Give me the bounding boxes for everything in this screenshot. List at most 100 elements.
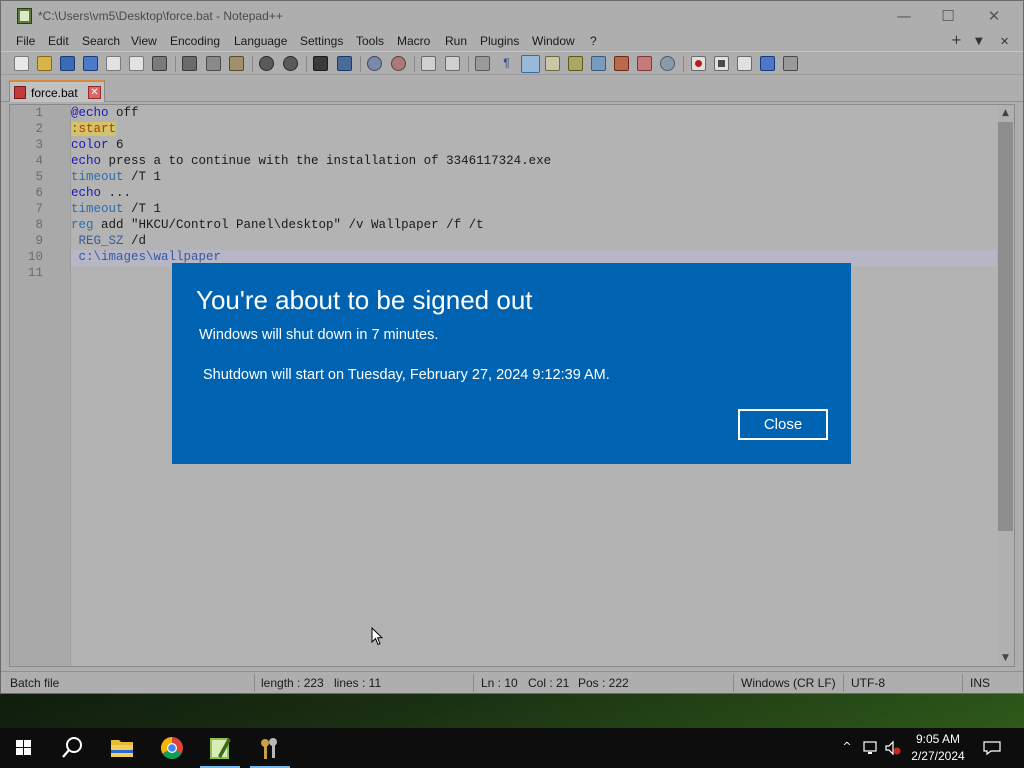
code-keyword: color xyxy=(71,138,109,152)
taskbar-keys-app[interactable] xyxy=(246,728,294,768)
paste-icon[interactable] xyxy=(229,56,244,71)
folder-as-workspace-icon[interactable] xyxy=(637,56,652,71)
code-text: add "HKCU/Control Panel\desktop" /v Wall… xyxy=(93,218,484,232)
code-text: /d xyxy=(123,234,147,248)
taskbar-chrome[interactable] xyxy=(148,728,196,768)
network-icon[interactable] xyxy=(862,740,880,756)
code-text: 6 xyxy=(108,138,124,152)
line-number: 3 xyxy=(35,138,43,152)
menu-file[interactable]: File xyxy=(16,34,35,48)
save-macro-icon[interactable] xyxy=(783,56,798,71)
run-macro-multiple-icon[interactable] xyxy=(760,56,775,71)
tab-force-bat[interactable]: force.bat ✕ xyxy=(9,80,105,102)
minimize-button[interactable]: — xyxy=(881,1,927,32)
find-icon[interactable] xyxy=(313,56,328,71)
notifications-icon[interactable] xyxy=(982,740,1002,756)
status-insert-mode: INS xyxy=(970,676,991,690)
dialog-detail: Shutdown will start on Tuesday, February… xyxy=(203,367,610,383)
clock-date[interactable]: 2/27/2024 xyxy=(900,749,976,763)
line-number: 8 xyxy=(35,218,43,232)
maximize-button[interactable]: ☐ xyxy=(925,1,971,32)
sync-horizontal-icon[interactable] xyxy=(445,56,460,71)
close-document-icon[interactable]: ✕ xyxy=(1000,35,1009,48)
document-list-icon[interactable] xyxy=(591,56,606,71)
new-file-icon[interactable] xyxy=(14,56,29,71)
keys-icon xyxy=(261,738,277,759)
show-all-characters-icon[interactable]: ¶ xyxy=(499,56,514,71)
zoom-in-icon[interactable] xyxy=(367,56,382,71)
print-icon[interactable] xyxy=(152,56,167,71)
code-line: reg add "HKCU/Control Panel\desktop" /v … xyxy=(71,218,484,232)
undo-icon[interactable] xyxy=(259,56,274,71)
copy-icon[interactable] xyxy=(206,56,221,71)
line-number: 9 xyxy=(35,234,43,248)
line-number: 11 xyxy=(27,266,43,280)
replace-icon[interactable] xyxy=(337,56,352,71)
menu-plugins[interactable]: Plugins xyxy=(480,34,519,48)
tray-overflow-chevron-icon[interactable]: ^ xyxy=(838,740,856,756)
menu-edit[interactable]: Edit xyxy=(48,34,69,48)
code-line: timeout /T 1 xyxy=(71,170,161,184)
code-text: /T 1 xyxy=(123,202,162,216)
code-keyword: timeout xyxy=(71,202,124,216)
save-icon[interactable] xyxy=(60,56,75,71)
zoom-out-icon[interactable] xyxy=(391,56,406,71)
user-defined-language-icon[interactable] xyxy=(545,56,560,71)
menu-macro[interactable]: Macro xyxy=(397,34,430,48)
record-macro-icon[interactable] xyxy=(691,56,706,71)
function-list-icon[interactable] xyxy=(614,56,629,71)
tab-close-icon[interactable]: ✕ xyxy=(88,86,101,99)
tab-list-dropdown-icon[interactable]: ▼ xyxy=(975,36,983,47)
menu-language[interactable]: Language xyxy=(234,34,287,48)
line-number: 7 xyxy=(35,202,43,216)
start-button[interactable] xyxy=(0,728,48,768)
cut-icon[interactable] xyxy=(182,56,197,71)
scroll-down-icon[interactable]: ▼ xyxy=(997,650,1014,666)
taskbar-notepadpp[interactable] xyxy=(196,728,244,768)
monitoring-icon[interactable] xyxy=(660,56,675,71)
menu-window[interactable]: Window xyxy=(532,34,575,48)
open-file-icon[interactable] xyxy=(37,56,52,71)
taskbar-file-explorer[interactable] xyxy=(98,728,146,768)
menu-settings[interactable]: Settings xyxy=(300,34,343,48)
code-line: REG_SZ /d xyxy=(71,234,147,248)
new-tab-icon[interactable]: + xyxy=(951,33,962,48)
code-line: timeout /T 1 xyxy=(71,202,161,216)
scrollbar-thumb[interactable] xyxy=(998,122,1013,531)
status-ln: Ln : 10 xyxy=(481,676,518,690)
menu-help[interactable]: ? xyxy=(590,34,597,48)
menu-search[interactable]: Search xyxy=(82,34,120,48)
save-all-icon[interactable] xyxy=(83,56,98,71)
search-button[interactable] xyxy=(48,728,96,768)
toolbar-separator xyxy=(468,56,469,72)
close-window-button[interactable]: ✕ xyxy=(971,1,1017,32)
stop-recording-icon[interactable] xyxy=(714,56,729,71)
notepadpp-app-icon[interactable] xyxy=(17,8,32,24)
code-keyword: timeout xyxy=(71,170,124,184)
mouse-cursor-icon xyxy=(371,627,383,646)
menu-run[interactable]: Run xyxy=(445,34,467,48)
close-file-icon[interactable] xyxy=(106,56,121,71)
play-macro-icon[interactable] xyxy=(737,56,752,71)
status-length: length : 223 xyxy=(261,676,324,690)
sync-vertical-icon[interactable] xyxy=(421,56,436,71)
menu-tools[interactable]: Tools xyxy=(356,34,384,48)
redo-icon[interactable] xyxy=(283,56,298,71)
scroll-up-icon[interactable]: ▲ xyxy=(997,105,1014,121)
menu-encoding[interactable]: Encoding xyxy=(170,34,220,48)
indent-guide-icon[interactable] xyxy=(521,55,540,73)
document-map-icon[interactable] xyxy=(568,56,583,71)
notepadpp-icon xyxy=(210,738,231,759)
word-wrap-icon[interactable] xyxy=(475,56,490,71)
menu-bar: File Edit Search View Encoding Language … xyxy=(1,32,1023,51)
code-line: @echo off xyxy=(71,106,139,120)
clock-time[interactable]: 9:05 AM xyxy=(900,732,976,746)
toolbar-separator xyxy=(360,56,361,72)
close-all-icon[interactable] xyxy=(129,56,144,71)
dialog-close-button[interactable]: Close xyxy=(738,409,828,440)
toolbar-separator xyxy=(252,56,253,72)
menu-view[interactable]: View xyxy=(131,34,157,48)
title-bar[interactable]: *C:\Users\vm5\Desktop\force.bat - Notepa… xyxy=(1,1,1023,32)
vertical-scrollbar[interactable]: ▲ ▼ xyxy=(997,105,1014,666)
